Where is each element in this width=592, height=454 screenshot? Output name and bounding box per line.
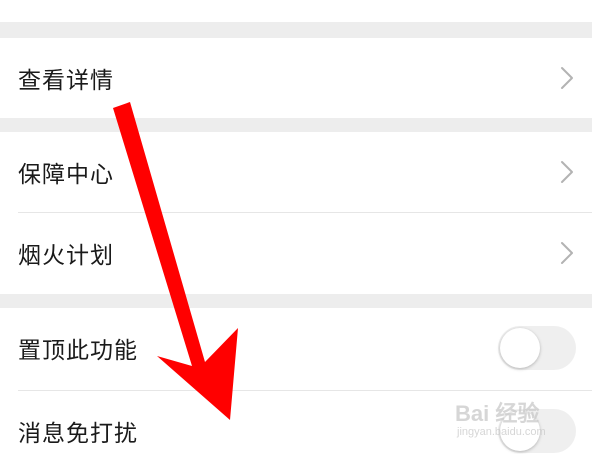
watermark-url: jingyan.baidu.com: [457, 426, 546, 438]
section-details: 查看详情: [0, 38, 592, 118]
settings-screen: 查看详情 保障中心 烟火计划 置顶此功能 消息免打扰 Bai 经验 jingya…: [0, 0, 592, 454]
baidu-watermark: Bai 经验 jingyan.baidu.com: [455, 396, 585, 446]
row-view-details[interactable]: 查看详情: [0, 38, 592, 118]
row-guarantee-center[interactable]: 保障中心: [0, 132, 592, 212]
view-details-label: 查看详情: [18, 68, 114, 94]
do-not-disturb-label: 消息免打扰: [18, 421, 138, 447]
toggle-knob: [500, 328, 540, 368]
row-pin-feature: 置顶此功能: [0, 308, 592, 388]
watermark-text: Bai 经验: [455, 401, 540, 426]
chevron-right-icon: [561, 67, 573, 89]
top-partial-card: [0, 0, 592, 22]
pin-feature-label: 置顶此功能: [18, 338, 138, 364]
chevron-right-icon: [561, 242, 573, 264]
fireworks-plan-label: 烟火计划: [18, 243, 114, 269]
row-fireworks-plan[interactable]: 烟火计划: [0, 213, 592, 293]
pin-feature-toggle[interactable]: [498, 326, 576, 370]
section-guarantee: 保障中心 烟火计划: [0, 132, 592, 294]
chevron-right-icon: [561, 161, 573, 183]
guarantee-center-label: 保障中心: [18, 162, 114, 188]
